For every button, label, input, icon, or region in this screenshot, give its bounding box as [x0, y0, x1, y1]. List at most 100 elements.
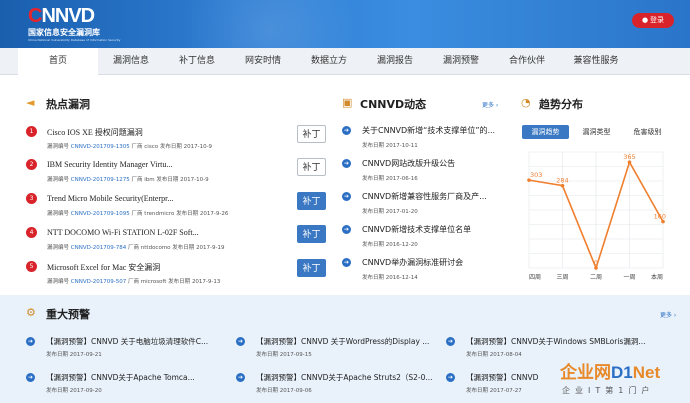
news-item[interactable]: ➔ 关于CNNVD新增“技术支撑单位”的... 发布日期 2017-10-11 — [342, 125, 507, 153]
news-item[interactable]: ➔ CNNVD新增兼容性服务厂商及产... 发布日期 2017-01-20 — [342, 191, 507, 219]
nav-item-vuln-report[interactable]: 漏洞报告 — [362, 48, 428, 75]
arrow-right-icon: ➔ — [446, 373, 455, 382]
nav-item-security-news[interactable]: 网安时情 — [230, 48, 296, 75]
logo-chinese-name: 国家信息安全漏洞库 — [28, 28, 100, 37]
hot-vuln-item[interactable]: 3 Trend Micro Mobile Security(Enterpr... 漏… — [26, 193, 326, 227]
patch-button[interactable]: 补丁 — [297, 125, 326, 143]
nav-item-partners[interactable]: 合作伙伴 — [494, 48, 560, 75]
alert-date: 发布日期 2017-07-27 — [466, 388, 522, 394]
nav-item-patch-info[interactable]: 补丁信息 — [164, 48, 230, 75]
vuln-id[interactable]: CNNVD-201709-1095 — [71, 211, 130, 217]
document-icon: ▣ — [342, 96, 353, 109]
x-tick-label: 四周 — [529, 274, 541, 281]
nav-item-vuln-info[interactable]: 漏洞信息 — [98, 48, 164, 75]
news-title[interactable]: CNNVD新增兼容性服务厂商及产... — [362, 191, 487, 202]
vuln-id[interactable]: CNNVD-201709-1275 — [71, 177, 130, 183]
vendor-value: cisco — [144, 144, 159, 150]
watermark-brand: 企业网D1Net — [560, 363, 661, 382]
news-title[interactable]: 关于CNNVD新增“技术支撑单位”的... — [362, 125, 495, 136]
news-title: CNNVD动态 — [360, 98, 427, 111]
alert-title[interactable]: 【漏洞预警】CNNVD — [466, 372, 538, 383]
alert-title[interactable]: 【漏洞预警】CNNVD 关于WordPress的Display ... — [256, 336, 429, 347]
arrow-right-icon: ➔ — [236, 337, 245, 346]
vuln-id-label: 漏洞编号 — [47, 144, 71, 150]
vuln-title[interactable]: Cisco IOS XE 授权问题漏洞 — [47, 127, 143, 138]
login-button[interactable]: ● 登录 — [632, 13, 674, 28]
user-icon: ● — [641, 16, 649, 24]
news-title[interactable]: CNNVD举办漏洞标准研讨会 — [362, 257, 463, 268]
x-tick-label: 一周 — [623, 274, 635, 281]
news-item[interactable]: ➔ CNNVD新增技术支撑单位名单 发布日期 2016-12-20 — [342, 224, 507, 252]
vuln-id[interactable]: CNNVD-201709-507 — [71, 279, 127, 285]
news-title[interactable]: CNNVD新增技术支撑单位名单 — [362, 224, 471, 235]
alert-date: 发布日期 2017-09-15 — [256, 352, 312, 358]
alert-item[interactable]: ➔ 【漏洞预警】CNNVD关于Apache Struts2（S2-0... 发布日期… — [236, 372, 436, 402]
alert-title[interactable]: 【漏洞预警】CNNVD 关于电脑垃圾清理软件C... — [46, 336, 208, 347]
alert-title[interactable]: 【漏洞预警】CNNVD关于Apache Tomca... — [46, 372, 195, 383]
alert-item[interactable]: ➔ 【漏洞预警】CNNVD 关于电脑垃圾清理软件C... 发布日期 2017-09-… — [26, 336, 226, 366]
logo-letter-c: C — [28, 5, 42, 27]
hot-vuln-item[interactable]: 5 Microsoft Excel for Mac 安全漏洞漏洞编号 CNNVD-… — [26, 261, 326, 295]
arrow-right-icon: ➔ — [446, 337, 455, 346]
hot-vuln-item[interactable]: 2 IBM Security Identity Manager Virtu... 漏… — [26, 159, 326, 193]
vuln-id[interactable]: CNNVD-201709-784 — [71, 245, 127, 251]
alert-item[interactable]: ➔ 【漏洞预警】CNNVD 关于WordPress的Display ... 发布日期… — [236, 336, 436, 366]
vendor-value: microsoft — [140, 279, 167, 285]
arrow-right-icon: ➔ — [236, 373, 245, 382]
vuln-meta: 漏洞编号 CNNVD-201709-507 厂商 microsoft 发布日期 … — [47, 277, 220, 285]
news-more-link[interactable]: 更多 › — [482, 100, 498, 109]
pie-chart-icon: ◔ — [521, 96, 531, 109]
arrow-right-icon: ➔ — [26, 337, 35, 346]
site-logo[interactable]: CNNVD — [28, 5, 95, 27]
alert-date: 发布日期 2017-08-04 — [466, 352, 522, 358]
hot-vuln-item[interactable]: 1 Cisco IOS XE 授权问题漏洞 漏洞编号 CNNVD-201709-13… — [26, 126, 326, 160]
vuln-title[interactable]: Trend Micro Mobile Security(Enterpr... — [47, 194, 173, 203]
nav-item-data-cube[interactable]: 数据立方 — [296, 48, 362, 75]
vuln-title[interactable]: Microsoft Excel for Mac 安全漏洞 — [47, 262, 160, 273]
data-label: 365 — [623, 153, 635, 161]
main-nav: 首页 漏洞信息 补丁信息 网安时情 数据立方 漏洞报告 漏洞预警 合作伙伴 兼容… — [0, 48, 690, 75]
megaphone-icon: ◄ — [26, 96, 35, 109]
nav-item-vuln-alert[interactable]: 漏洞预警 — [428, 48, 494, 75]
trend-line-chart: 303 284 0 365 160 四周 三周 二周 一周 本周 — [527, 151, 666, 281]
tab-vuln-type[interactable]: 漏洞类型 — [573, 125, 620, 139]
alert-title[interactable]: 【漏洞预警】CNNVD关于Apache Struts2（S2-0... — [256, 372, 433, 383]
data-label: 0 — [594, 259, 598, 267]
patch-button[interactable]: 补丁 — [297, 192, 326, 210]
patch-button[interactable]: 补丁 — [297, 259, 326, 277]
date-label: 发布日期 — [170, 245, 197, 251]
news-date: 发布日期 2017-01-20 — [362, 209, 418, 215]
alerts-title: 重大预警 — [46, 308, 90, 321]
vuln-title[interactable]: NTT DOCOMO Wi-Fi STATION L-02F Soft... — [47, 228, 199, 237]
news-date: 发布日期 2017-10-11 — [362, 143, 418, 149]
watermark-tagline: 企业IT第1门户 — [562, 386, 655, 395]
data-label: 303 — [530, 171, 542, 179]
vuln-id[interactable]: CNNVD-201709-1305 — [71, 144, 130, 150]
patch-button[interactable]: 补丁 — [297, 158, 326, 176]
news-item[interactable]: ➔ CNNVD举办漏洞标准研讨会 发布日期 2016-12-14 — [342, 257, 507, 285]
vendor-label: 厂商 — [129, 211, 145, 217]
hot-vuln-item[interactable]: 4 NTT DOCOMO Wi-Fi STATION L-02F Soft... 漏… — [26, 227, 326, 261]
d1net-watermark: 企业网D1Net 企业IT第1门户 — [560, 352, 688, 402]
date-label: 发布日期 — [174, 211, 200, 217]
nav-item-compat-service[interactable]: 兼容性服务 — [560, 48, 632, 75]
alert-title[interactable]: 【漏洞预警】CNNVD关于Windows SMBLoris漏洞... — [466, 336, 645, 347]
vuln-meta: 漏洞编号 CNNVD-201709-1305 厂商 cisco 发布日期 201… — [47, 142, 212, 150]
tab-vuln-trend[interactable]: 漏洞趋势 — [522, 125, 569, 139]
alerts-more-link[interactable]: 更多 › — [660, 310, 676, 319]
vuln-title[interactable]: IBM Security Identity Manager Virtu... — [47, 160, 172, 169]
news-title[interactable]: CNNVD网站改版升级公告 — [362, 158, 455, 169]
login-label: 登录 — [650, 16, 665, 24]
news-date: 发布日期 2016-12-14 — [362, 275, 418, 281]
alert-item[interactable]: ➔ 【漏洞预警】CNNVD关于Apache Tomca... 发布日期 2017-0… — [26, 372, 226, 402]
nav-item-home[interactable]: 首页 — [18, 48, 98, 75]
rank-badge: 5 — [26, 261, 37, 272]
data-label: 284 — [556, 177, 568, 185]
news-item[interactable]: ➔ CNNVD网站改版升级公告 发布日期 2017-06-16 — [342, 158, 507, 186]
vuln-meta: 漏洞编号 CNNVD-201709-1095 厂商 trendmicro 发布日… — [47, 209, 228, 217]
news-date: 发布日期 2016-12-20 — [362, 242, 418, 248]
tab-severity[interactable]: 危害级别 — [624, 125, 671, 139]
news-date: 发布日期 2017-06-16 — [362, 176, 418, 182]
vuln-id-label: 漏洞编号 — [47, 245, 71, 251]
patch-button[interactable]: 补丁 — [297, 225, 326, 243]
